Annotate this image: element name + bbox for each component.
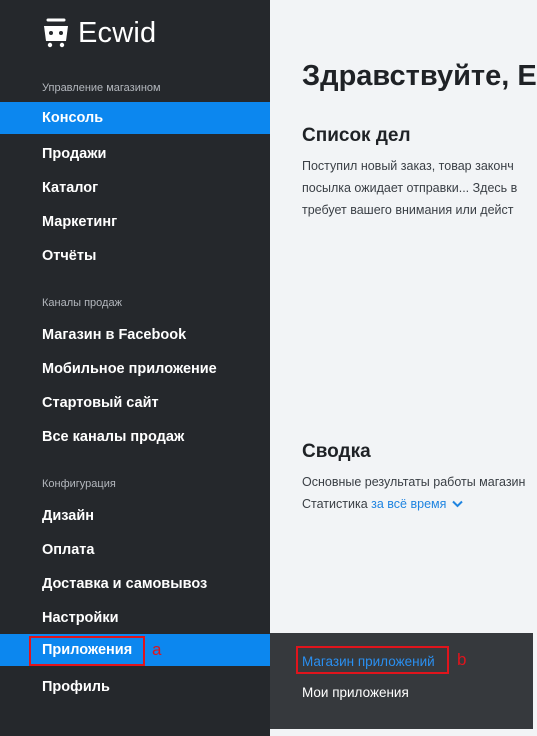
annotation-label-a: a [152,640,162,659]
nav-item-all-channels[interactable]: Все каналы продаж [0,421,270,453]
nav-item-starter-site[interactable]: Стартовый сайт [0,387,270,419]
nav-item-profile[interactable]: Профиль [0,671,270,703]
sidebar: Ecwid Управление магазином Консоль Прода… [0,0,272,736]
todo-title: Список дел [302,125,411,146]
annotation-box-a [29,636,145,666]
nav-item-mobile-app[interactable]: Мобильное приложение [0,353,270,385]
brand-name: Ecwid [78,16,157,49]
nav-item-shipping[interactable]: Доставка и самовывоз [0,568,270,600]
nav-item-settings[interactable]: Настройки [0,602,270,634]
section-label-store: Управление магазином [42,82,161,94]
nav-item-reports[interactable]: Отчёты [0,240,270,272]
todo-line-3: требует вашего внимания или дейст [302,203,514,217]
annotation-box-b [296,646,449,674]
annotation-label-b: b [457,650,467,669]
page-title: Здравствуйте, Е [302,60,537,92]
main-content: Здравствуйте, Е Список дел Поступил новы… [270,0,537,736]
brand-logo[interactable]: Ecwid [42,18,156,48]
nav-item-catalog[interactable]: Каталог [0,172,270,204]
section-label-channels: Каналы продаж [42,297,122,309]
nav-item-design[interactable]: Дизайн [0,500,270,532]
chevron-down-icon[interactable] [452,494,464,515]
submenu-my-apps[interactable]: Мои приложения [302,685,409,700]
nav-item-payment[interactable]: Оплата [0,534,270,566]
nav-item-console[interactable]: Консоль [0,102,270,134]
period-label[interactable]: за всё время [371,497,446,511]
nav-item-facebook-store[interactable]: Магазин в Facebook [0,319,270,351]
nav-item-marketing[interactable]: Маркетинг [0,206,270,238]
section-label-config: Конфигурация [42,478,116,490]
cart-logo-icon [42,18,70,48]
summary-stats-row: Статистика за всё время [302,494,464,515]
summary-line: Основные результаты работы магазин [302,475,526,489]
period-dropdown[interactable]: за всё время [371,497,464,511]
todo-line-2: посылка ожидает отправки... Здесь в [302,181,518,195]
summary-title: Сводка [302,441,371,462]
todo-line-1: Поступил новый заказ, товар законч [302,159,514,173]
nav-item-sales[interactable]: Продажи [0,138,270,170]
stats-prefix: Статистика [302,497,368,511]
